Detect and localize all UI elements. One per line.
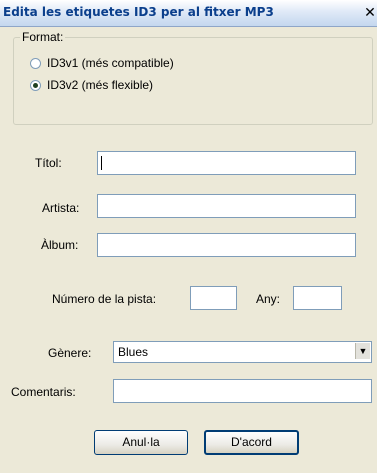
text-caret bbox=[101, 156, 102, 170]
album-field[interactable] bbox=[97, 233, 356, 257]
chevron-down-icon[interactable]: ▼ bbox=[355, 343, 370, 359]
ok-button[interactable]: D'acord bbox=[204, 430, 299, 455]
cancel-button[interactable]: Anul·la bbox=[94, 430, 188, 455]
artist-field[interactable] bbox=[97, 194, 356, 218]
radio-id3v1[interactable]: ID3v1 (més compatible) bbox=[30, 55, 174, 71]
format-legend: Format: bbox=[20, 30, 66, 44]
genre-label: Gènere: bbox=[48, 346, 92, 360]
radio-id3v2-label: ID3v2 (més flexible) bbox=[47, 78, 154, 92]
year-label: Any: bbox=[256, 292, 281, 306]
comments-label: Comentaris: bbox=[11, 385, 76, 399]
year-field[interactable] bbox=[293, 286, 342, 310]
track-field[interactable] bbox=[190, 286, 237, 310]
radio-id3v2[interactable]: ID3v2 (més flexible) bbox=[30, 77, 153, 93]
title-field[interactable] bbox=[97, 151, 356, 175]
genre-select[interactable]: Blues ▼ bbox=[113, 341, 372, 363]
radio-id3v2-circle[interactable] bbox=[30, 79, 41, 91]
radio-id3v1-label: ID3v1 (més compatible) bbox=[47, 56, 174, 70]
title-label: Títol: bbox=[35, 156, 62, 170]
radio-id3v1-circle[interactable] bbox=[30, 57, 41, 69]
genre-value: Blues bbox=[118, 345, 149, 359]
format-group: Format: ID3v1 (més compatible) ID3v2 (mé… bbox=[13, 30, 373, 125]
track-label: Número de la pista: bbox=[52, 292, 157, 306]
window-title: Edita les etiquetes ID3 per al fitxer MP… bbox=[3, 5, 274, 19]
title-bar[interactable]: Edita les etiquetes ID3 per al fitxer MP… bbox=[0, 0, 377, 27]
comments-field[interactable] bbox=[113, 379, 372, 403]
close-icon[interactable]: ✕ bbox=[363, 4, 377, 22]
album-label: Àlbum: bbox=[41, 238, 79, 252]
artist-label: Artista: bbox=[42, 201, 80, 215]
